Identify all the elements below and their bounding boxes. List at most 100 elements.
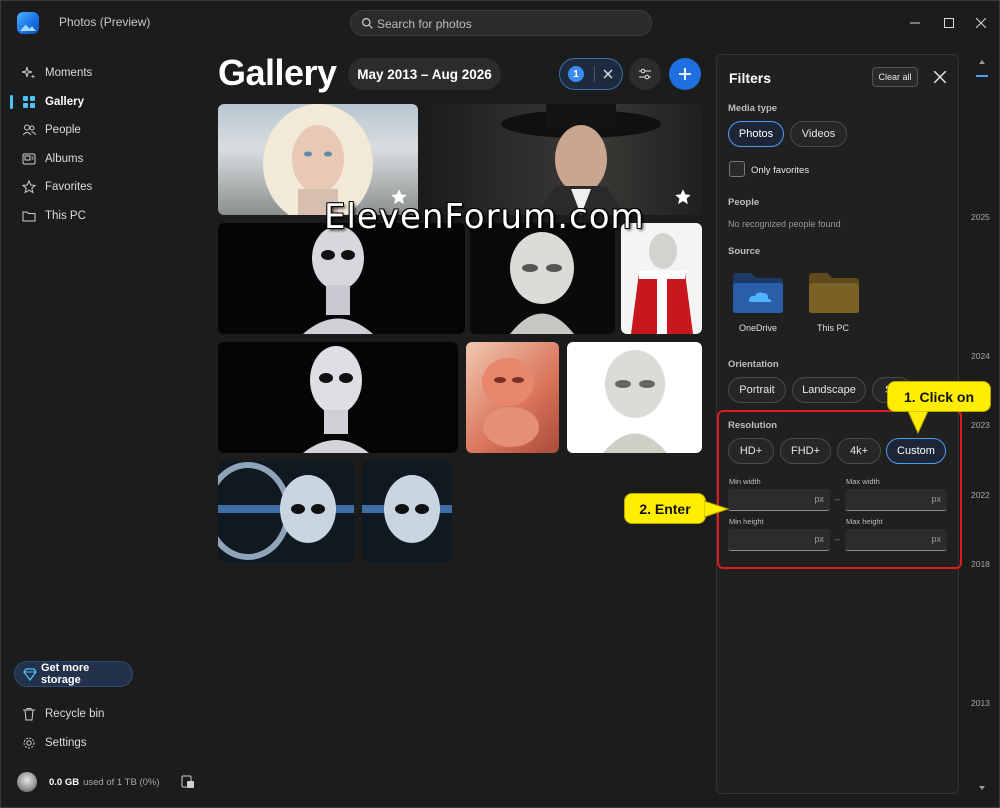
sidebar-item-favorites[interactable]: Favorites — [13, 173, 203, 201]
photo-thumbnail[interactable] — [621, 223, 702, 334]
get-more-storage-label: Get more storage — [40, 662, 90, 686]
sidebar-item-label: Gallery — [45, 96, 84, 108]
callout-pointer-icon — [907, 411, 929, 435]
search-icon — [362, 18, 373, 29]
filters-button[interactable] — [629, 58, 661, 90]
trash-icon — [21, 706, 37, 722]
this-pc-folder-icon[interactable] — [807, 271, 861, 315]
photo-thumbnail[interactable] — [218, 223, 465, 334]
sidebar-item-label: Recycle bin — [45, 708, 105, 720]
diamond-icon — [23, 668, 37, 681]
favorite-star-icon[interactable] — [674, 188, 692, 206]
sidebar-item-label: Albums — [45, 153, 84, 165]
title-bar: Photos (Preview) Search for photos — [1, 1, 1000, 45]
timeline-up-icon[interactable] — [978, 58, 986, 66]
timeline-year[interactable]: 2018 — [971, 559, 990, 569]
date-range-button[interactable]: May 2013 – Aug 2026 — [348, 58, 501, 90]
sidebar-item-recycle-bin[interactable]: Recycle bin — [13, 700, 203, 728]
alien-bust-image — [603, 350, 667, 453]
source-heading: Source — [728, 246, 761, 257]
active-filters-chip[interactable]: 1 — [559, 58, 623, 90]
callout-click-on: 1. Click on — [887, 381, 991, 412]
albums-icon — [21, 151, 37, 167]
timeline-year[interactable]: 2024 — [971, 351, 990, 361]
sidebar-item-people[interactable]: People — [13, 116, 203, 144]
orientation-landscape-toggle[interactable]: Landscape — [792, 377, 866, 403]
onedrive-folder-icon[interactable] — [731, 271, 785, 315]
orientation-portrait-toggle[interactable]: Portrait — [728, 377, 786, 403]
search-input[interactable]: Search for photos — [377, 17, 472, 31]
alien-portal-image — [218, 462, 354, 560]
folder-icon — [21, 208, 37, 224]
sidebar-item-settings[interactable]: Settings — [13, 729, 203, 757]
sidebar-item-moments[interactable]: Moments — [13, 59, 203, 87]
sidebar-item-albums[interactable]: Albums — [13, 145, 203, 173]
photos-app-icon — [17, 12, 39, 34]
search-box[interactable]: Search for photos — [350, 10, 652, 36]
gear-icon — [21, 735, 37, 751]
orientation-heading: Orientation — [728, 359, 779, 370]
close-icon — [976, 18, 986, 28]
minimize-icon — [910, 22, 920, 24]
clear-filters-icon[interactable] — [601, 67, 615, 81]
sidebar-item-label: This PC — [45, 210, 86, 222]
media-videos-toggle[interactable]: Videos — [790, 121, 847, 147]
sync-status-icon[interactable] — [181, 775, 195, 789]
storage-total: used of 1 TB (0%) — [83, 776, 160, 788]
timeline-year[interactable]: 2022 — [971, 490, 990, 500]
alien-bust-image — [510, 232, 574, 334]
callout-enter: 2. Enter — [624, 493, 706, 524]
photo-thumbnail[interactable] — [567, 342, 702, 453]
watermark-text: ElevenForum.com — [324, 197, 645, 237]
alien-photo-image — [303, 346, 369, 453]
sparkle-icon — [21, 65, 37, 81]
gallery-icon — [21, 94, 37, 110]
media-type-heading: Media type — [728, 103, 778, 114]
media-photos-toggle[interactable]: Photos — [728, 121, 784, 147]
close-window-button[interactable] — [969, 11, 993, 35]
alien-santa-image — [631, 233, 693, 334]
alien-photo-image — [303, 226, 373, 334]
page-title: Gallery — [218, 52, 337, 93]
sidebar-item-label: Moments — [45, 67, 93, 79]
close-filters-icon[interactable] — [932, 69, 948, 85]
sliders-icon — [639, 68, 651, 80]
filter-count-badge: 1 — [568, 66, 584, 82]
star-icon — [21, 179, 37, 195]
timeline-year[interactable]: 2013 — [971, 698, 990, 708]
only-favorites-checkbox[interactable] — [729, 161, 745, 177]
timeline-position-marker[interactable] — [976, 75, 988, 77]
get-more-storage-button[interactable]: Get more storage — [14, 661, 133, 687]
alien-baby-image — [482, 358, 539, 447]
clear-all-button[interactable]: Clear all — [872, 67, 918, 87]
timeline-year[interactable]: 2023 — [971, 420, 990, 430]
add-button[interactable] — [669, 58, 701, 90]
maximize-button[interactable] — [937, 11, 961, 35]
this-pc-label: This PC — [816, 323, 849, 333]
avatar — [17, 772, 37, 792]
storage-used: 0.0 GB — [49, 776, 80, 788]
photos-window: Photos (Preview) Search for photos Momen… — [0, 0, 1000, 808]
people-empty-text: No recognized people found — [728, 219, 841, 229]
photo-thumbnail[interactable] — [362, 461, 452, 562]
photo-thumbnail[interactable] — [470, 223, 615, 334]
sidebar-item-label: People — [45, 124, 81, 136]
photo-thumbnail[interactable] — [218, 342, 458, 453]
plus-icon — [679, 68, 691, 80]
sidebar-item-label: Favorites — [45, 181, 93, 193]
photo-thumbnail[interactable] — [466, 342, 559, 453]
callout-pointer-icon — [704, 500, 730, 518]
alien-portal-image — [362, 475, 452, 543]
maximize-icon — [944, 18, 954, 28]
app-title: Photos (Preview) — [59, 15, 151, 29]
filters-title: Filters — [729, 70, 772, 86]
timeline-year[interactable]: 2025 — [971, 212, 990, 222]
minimize-button[interactable] — [903, 11, 927, 35]
sidebar-item-this-pc[interactable]: This PC — [13, 202, 203, 230]
chip-divider — [594, 66, 595, 82]
timeline-down-icon[interactable] — [978, 784, 986, 792]
sidebar-item-gallery[interactable]: Gallery — [13, 88, 203, 116]
people-heading: People — [728, 197, 760, 208]
photo-thumbnail[interactable] — [218, 461, 354, 562]
sidebar-item-label: Settings — [45, 737, 87, 749]
